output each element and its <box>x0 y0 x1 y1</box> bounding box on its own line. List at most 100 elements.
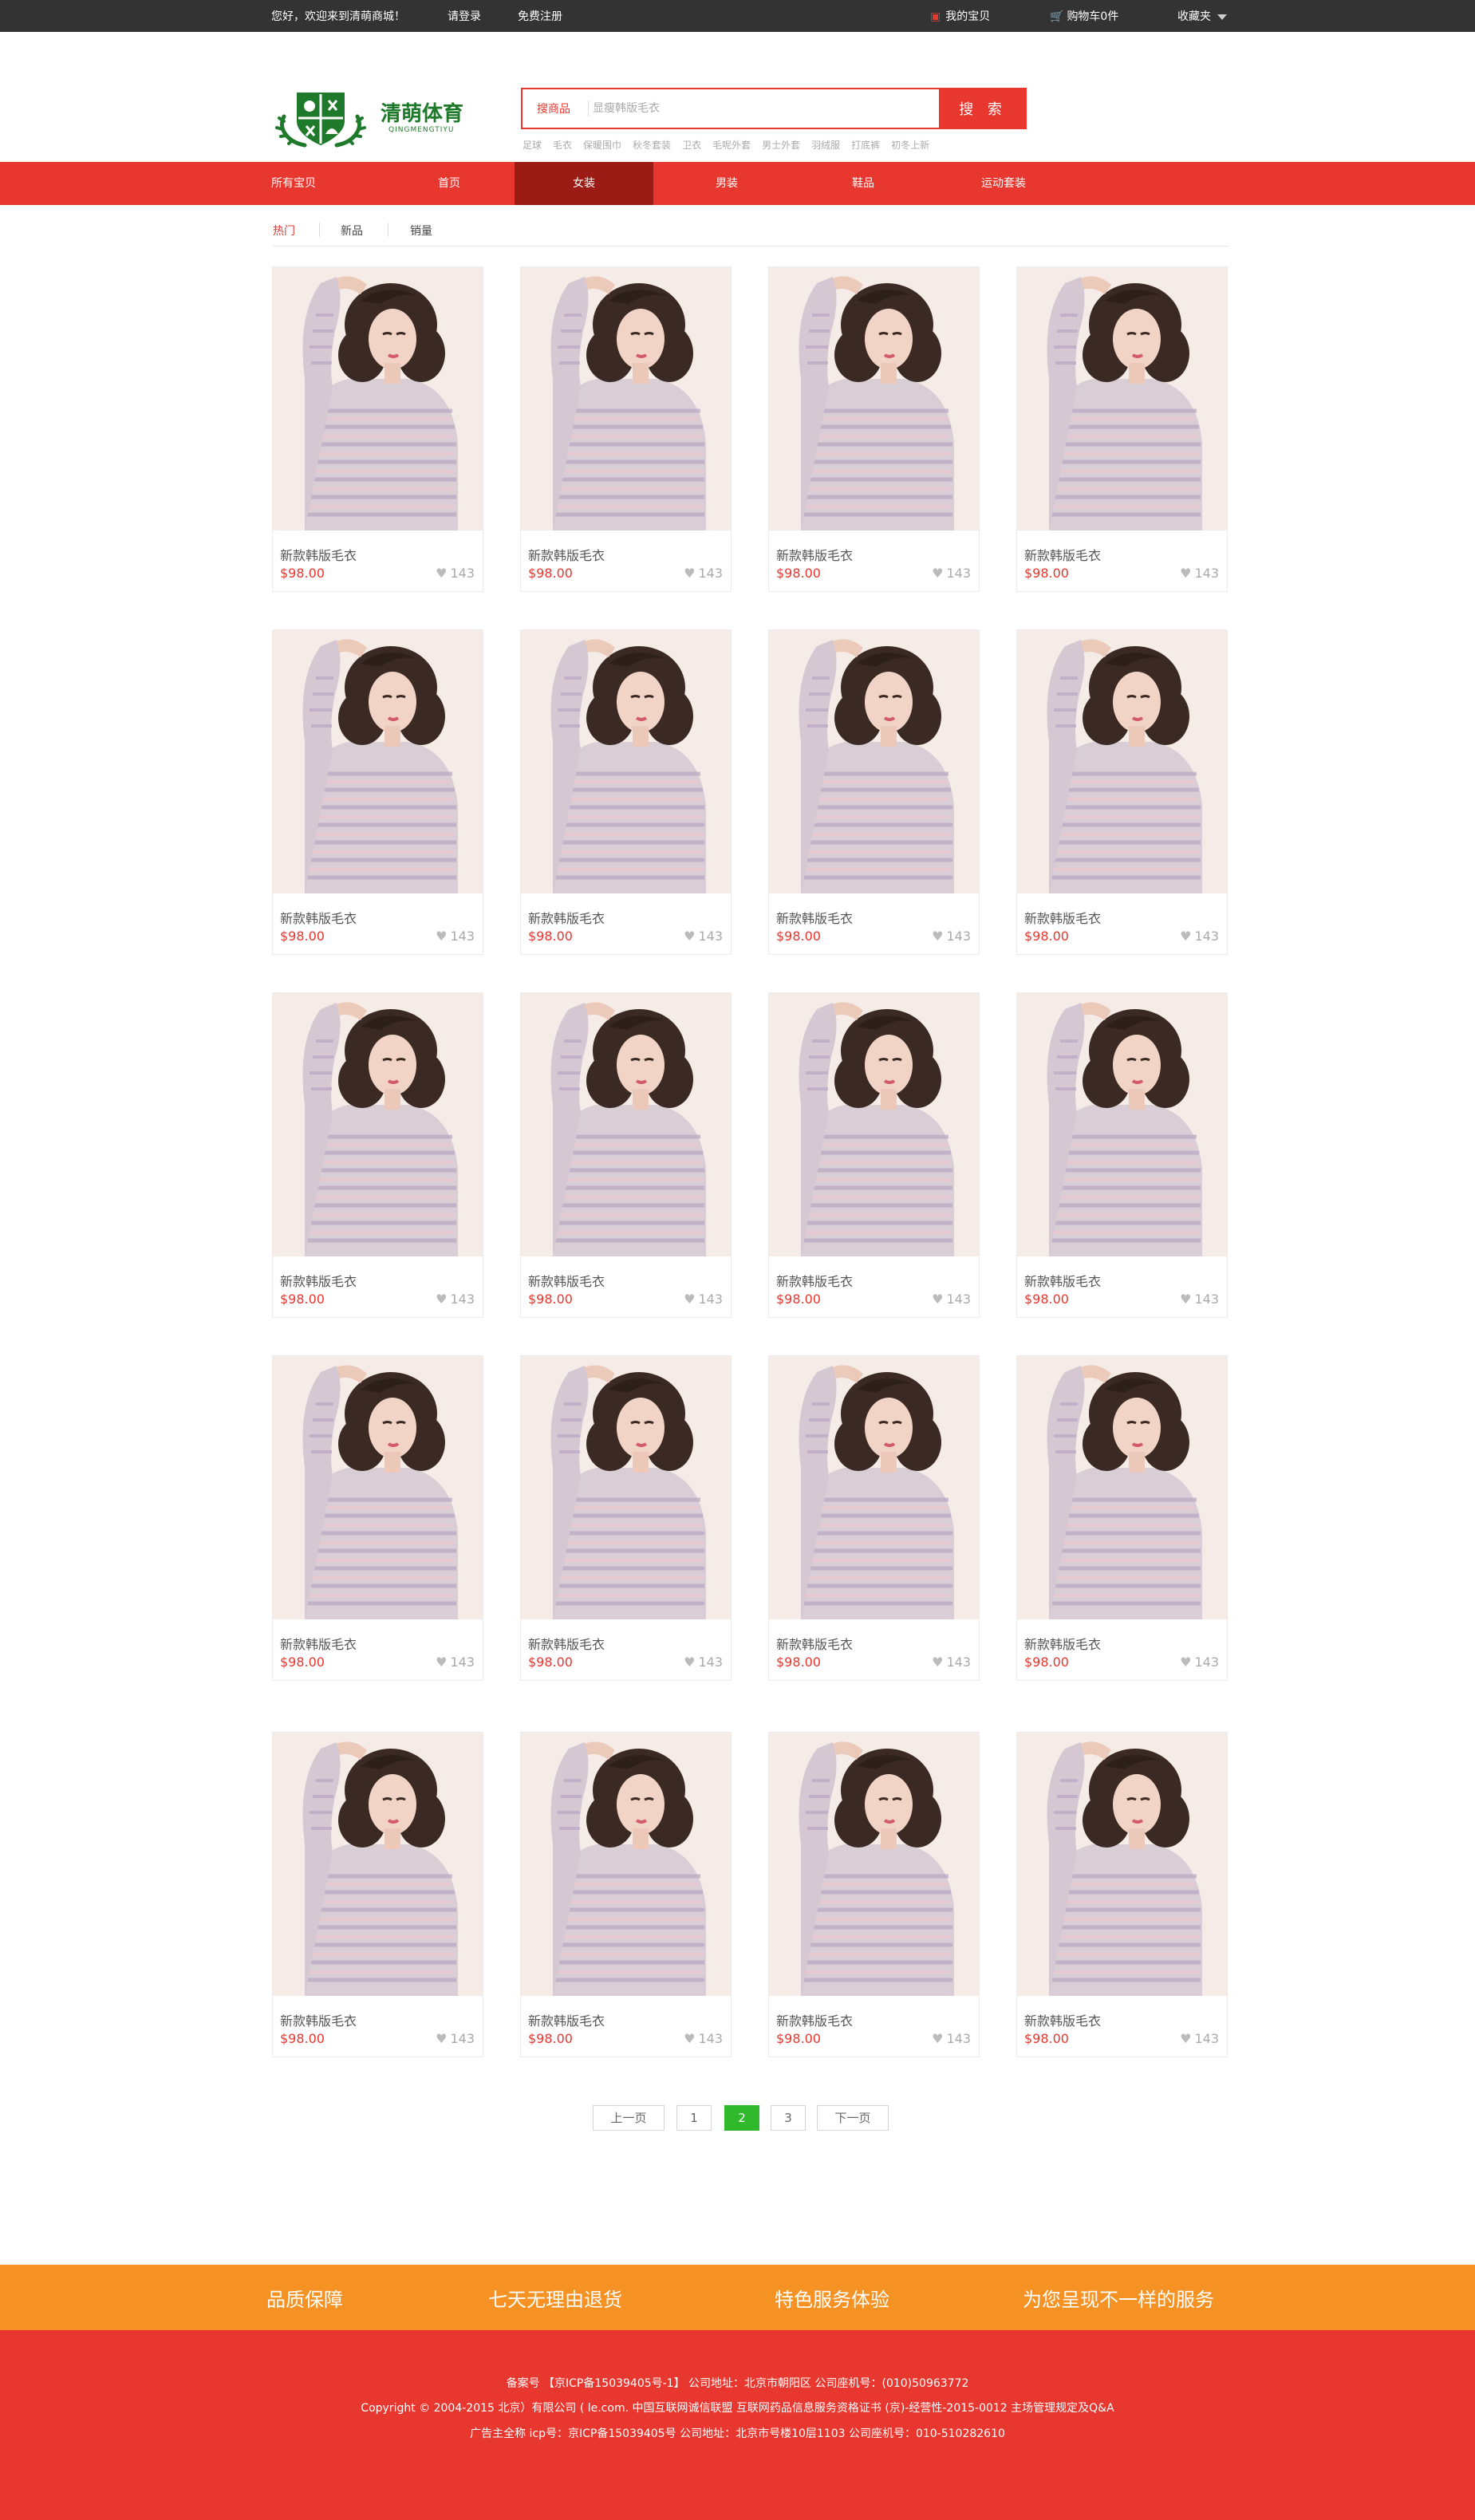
hot-keyword[interactable]: 毛衣 <box>553 140 572 151</box>
product-likes[interactable]: ♥ 143 <box>1180 1292 1219 1307</box>
product-name[interactable]: 新款韩版毛衣 <box>776 2010 853 2029</box>
product-likes[interactable]: ♥ 143 <box>932 1654 971 1670</box>
product-likes[interactable]: ♥ 143 <box>1180 929 1219 944</box>
product-image[interactable] <box>521 1733 731 1996</box>
product-card[interactable]: 新款韩版毛衣 $98.00 ♥ 143 <box>1016 266 1228 592</box>
product-card[interactable]: 新款韩版毛衣 $98.00 ♥ 143 <box>520 1355 732 1681</box>
hot-keyword[interactable]: 保暖围巾 <box>583 140 621 151</box>
product-image[interactable] <box>1017 1356 1227 1619</box>
product-image[interactable] <box>273 267 483 530</box>
product-image[interactable] <box>1017 630 1227 893</box>
search-input[interactable] <box>593 96 896 121</box>
product-likes[interactable]: ♥ 143 <box>436 929 475 944</box>
next-page-button[interactable]: 下一页 <box>817 2105 889 2131</box>
product-card[interactable]: 新款韩版毛衣 $98.00 ♥ 143 <box>272 266 483 592</box>
product-name[interactable]: 新款韩版毛衣 <box>776 1634 853 1653</box>
product-image[interactable] <box>1017 993 1227 1256</box>
favorites-dropdown[interactable]: 收藏夹 <box>1177 8 1227 24</box>
product-likes[interactable]: ♥ 143 <box>932 566 971 581</box>
nav-item-shoes[interactable]: 鞋品 <box>815 162 911 205</box>
product-image[interactable] <box>273 1356 483 1619</box>
product-name[interactable]: 新款韩版毛衣 <box>528 1271 605 1290</box>
product-name[interactable]: 新款韩版毛衣 <box>1024 1634 1101 1653</box>
product-name[interactable]: 新款韩版毛衣 <box>280 545 357 564</box>
product-card[interactable]: 新款韩版毛衣 $98.00 ♥ 143 <box>768 992 980 1318</box>
product-likes[interactable]: ♥ 143 <box>436 2031 475 2046</box>
search-category-label[interactable]: 搜商品 <box>537 101 570 116</box>
product-likes[interactable]: ♥ 143 <box>1180 1654 1219 1670</box>
hot-keyword[interactable]: 毛呢外套 <box>712 140 751 151</box>
product-image[interactable] <box>1017 1733 1227 1996</box>
sort-hot[interactable]: 热门 <box>273 223 295 239</box>
product-name[interactable]: 新款韩版毛衣 <box>528 1634 605 1653</box>
product-likes[interactable]: ♥ 143 <box>436 1292 475 1307</box>
product-name[interactable]: 新款韩版毛衣 <box>280 1634 357 1653</box>
product-card[interactable]: 新款韩版毛衣 $98.00 ♥ 143 <box>520 629 732 955</box>
nav-item-women[interactable]: 女装 <box>515 162 653 205</box>
product-name[interactable]: 新款韩版毛衣 <box>280 908 357 927</box>
product-card[interactable]: 新款韩版毛衣 $98.00 ♥ 143 <box>768 1355 980 1681</box>
product-image[interactable] <box>769 267 979 530</box>
product-likes[interactable]: ♥ 143 <box>932 2031 971 2046</box>
product-name[interactable]: 新款韩版毛衣 <box>528 2010 605 2029</box>
product-likes[interactable]: ♥ 143 <box>684 566 723 581</box>
product-name[interactable]: 新款韩版毛衣 <box>1024 545 1101 564</box>
product-image[interactable] <box>769 630 979 893</box>
product-image[interactable] <box>273 630 483 893</box>
product-card[interactable]: 新款韩版毛衣 $98.00 ♥ 143 <box>1016 992 1228 1318</box>
hot-keyword[interactable]: 初冬上新 <box>891 140 929 151</box>
product-likes[interactable]: ♥ 143 <box>932 1292 971 1307</box>
nav-item-sportswear[interactable]: 运动套装 <box>956 162 1051 205</box>
product-likes[interactable]: ♥ 143 <box>436 566 475 581</box>
product-name[interactable]: 新款韩版毛衣 <box>1024 908 1101 927</box>
page-button-current[interactable]: 2 <box>724 2105 759 2131</box>
product-image[interactable] <box>521 993 731 1256</box>
nav-item-men[interactable]: 男装 <box>679 162 775 205</box>
product-card[interactable]: 新款韩版毛衣 $98.00 ♥ 143 <box>768 1732 980 2057</box>
product-card[interactable]: 新款韩版毛衣 $98.00 ♥ 143 <box>1016 1355 1228 1681</box>
product-card[interactable]: 新款韩版毛衣 $98.00 ♥ 143 <box>1016 1732 1228 2057</box>
product-card[interactable]: 新款韩版毛衣 $98.00 ♥ 143 <box>768 266 980 592</box>
product-card[interactable]: 新款韩版毛衣 $98.00 ♥ 143 <box>272 992 483 1318</box>
product-image[interactable] <box>273 993 483 1256</box>
product-card[interactable]: 新款韩版毛衣 $98.00 ♥ 143 <box>520 992 732 1318</box>
sort-sales[interactable]: 销量 <box>410 223 432 239</box>
product-image[interactable] <box>521 267 731 530</box>
product-image[interactable] <box>521 1356 731 1619</box>
product-image[interactable] <box>769 1356 979 1619</box>
product-likes[interactable]: ♥ 143 <box>1180 566 1219 581</box>
search-button[interactable]: 搜 索 <box>939 88 1027 129</box>
hot-keyword[interactable]: 羽绒服 <box>811 140 840 151</box>
product-image[interactable] <box>521 630 731 893</box>
product-card[interactable]: 新款韩版毛衣 $98.00 ♥ 143 <box>272 1355 483 1681</box>
page-button[interactable]: 3 <box>771 2105 806 2131</box>
product-name[interactable]: 新款韩版毛衣 <box>280 2010 357 2029</box>
product-card[interactable]: 新款韩版毛衣 $98.00 ♥ 143 <box>768 629 980 955</box>
product-name[interactable]: 新款韩版毛衣 <box>528 908 605 927</box>
product-card[interactable]: 新款韩版毛衣 $98.00 ♥ 143 <box>1016 629 1228 955</box>
product-card[interactable]: 新款韩版毛衣 $98.00 ♥ 143 <box>272 1732 483 2057</box>
nav-item-home[interactable]: 首页 <box>401 162 497 205</box>
product-likes[interactable]: ♥ 143 <box>436 1654 475 1670</box>
hot-keyword[interactable]: 秋冬套装 <box>633 140 671 151</box>
login-link[interactable]: 请登录 <box>448 8 481 24</box>
register-link[interactable]: 免费注册 <box>518 8 562 24</box>
nav-item-all[interactable]: 所有宝贝 <box>271 162 319 205</box>
product-card[interactable]: 新款韩版毛衣 $98.00 ♥ 143 <box>520 266 732 592</box>
product-name[interactable]: 新款韩版毛衣 <box>528 545 605 564</box>
page-button[interactable]: 1 <box>676 2105 712 2131</box>
product-name[interactable]: 新款韩版毛衣 <box>1024 2010 1101 2029</box>
product-likes[interactable]: ♥ 143 <box>684 1654 723 1670</box>
product-image[interactable] <box>273 1733 483 1996</box>
hot-keyword[interactable]: 打底裤 <box>851 140 880 151</box>
sort-new[interactable]: 新品 <box>341 223 363 239</box>
product-name[interactable]: 新款韩版毛衣 <box>776 545 853 564</box>
product-image[interactable] <box>1017 267 1227 530</box>
product-likes[interactable]: ♥ 143 <box>1180 2031 1219 2046</box>
product-name[interactable]: 新款韩版毛衣 <box>776 1271 853 1290</box>
hot-keyword[interactable]: 足球 <box>523 140 542 151</box>
product-likes[interactable]: ♥ 143 <box>684 2031 723 2046</box>
product-card[interactable]: 新款韩版毛衣 $98.00 ♥ 143 <box>520 1732 732 2057</box>
product-card[interactable]: 新款韩版毛衣 $98.00 ♥ 143 <box>272 629 483 955</box>
prev-page-button[interactable]: 上一页 <box>593 2105 665 2131</box>
